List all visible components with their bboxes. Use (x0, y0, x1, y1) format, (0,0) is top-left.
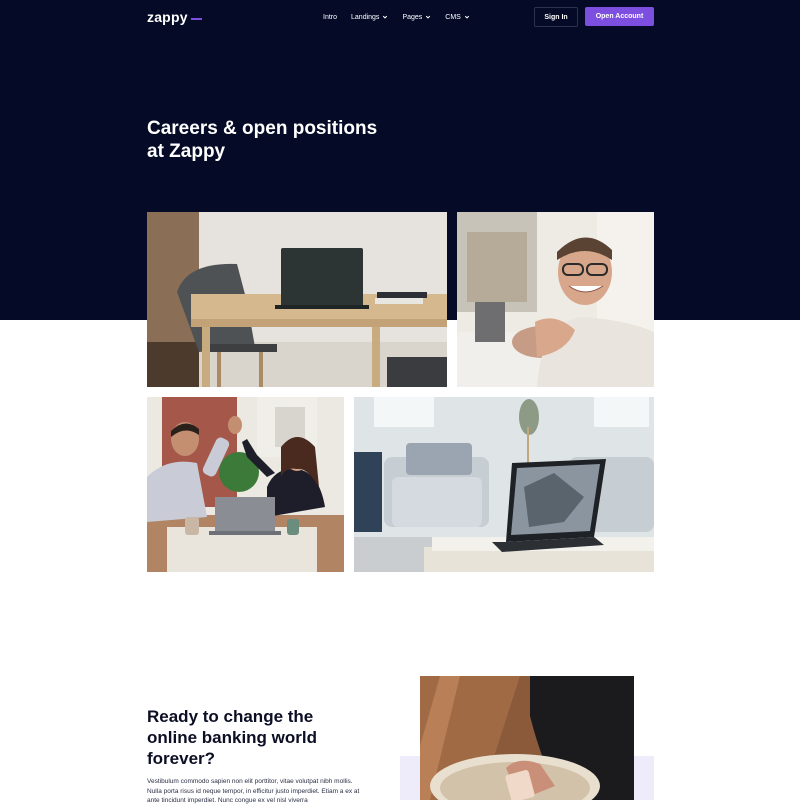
sign-in-button[interactable]: Sign In (534, 7, 578, 27)
logo-underline-mark (190, 17, 202, 20)
main-menu: Intro Landings Pages CMS (323, 0, 470, 34)
nav-item-pages[interactable]: Pages (402, 14, 431, 21)
logo[interactable]: zappy (147, 9, 202, 25)
chevron-down-icon (383, 15, 388, 19)
page-title-line: Careers & open positions (147, 118, 378, 139)
colleagues-high-five-photo (147, 397, 344, 572)
cta-heading: Ready to change the online banking world… (147, 706, 357, 769)
top-navbar: zappy Intro Landings Pages CMS Sign In O… (147, 0, 654, 34)
cta-heading-line: Ready to change the (147, 707, 314, 726)
nav-item-label: Landings (351, 13, 380, 21)
nav-item-label: Pages (402, 13, 423, 21)
cta-heading-line: online banking world (147, 728, 317, 747)
smiling-man-photo (457, 212, 654, 387)
nav-item-cms[interactable]: CMS (445, 14, 470, 21)
chevron-down-icon (464, 15, 469, 19)
chevron-down-icon (426, 15, 431, 19)
office-desk-photo (147, 212, 447, 387)
person-using-phone-photo (420, 676, 634, 800)
logo-text: zappy (147, 9, 188, 25)
nav-item-intro[interactable]: Intro (323, 14, 337, 21)
nav-item-label: Intro (323, 13, 338, 21)
cta-description: Vestibulum commodo sapien non elit portt… (147, 778, 360, 804)
cta-heading-line: forever? (147, 749, 216, 768)
nav-item-label: CMS (445, 13, 461, 21)
page-title: Careers & open positions at Zappy (147, 117, 467, 163)
open-account-button[interactable]: Open Account (585, 7, 654, 26)
living-room-laptop-photo (354, 397, 654, 572)
nav-item-landings[interactable]: Landings (351, 14, 388, 21)
page-title-line: at Zappy (147, 141, 226, 162)
